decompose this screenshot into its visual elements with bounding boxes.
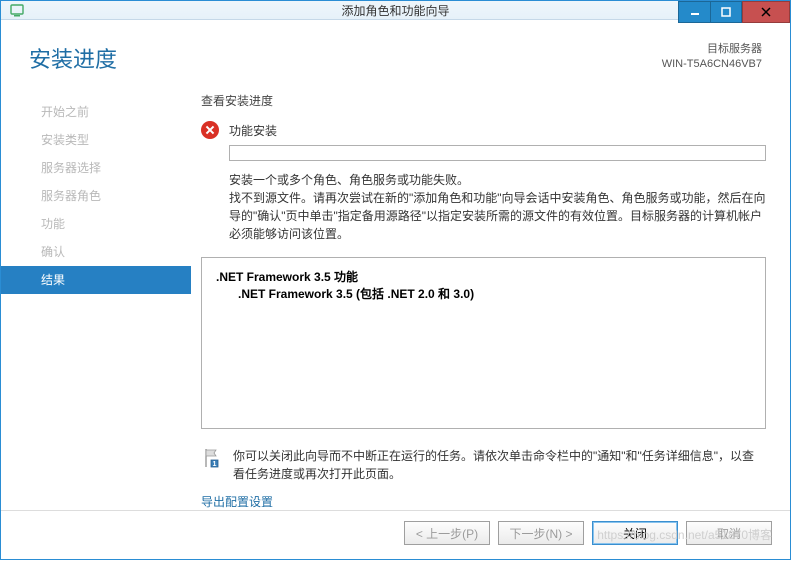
step-features: 功能: [1, 210, 191, 238]
error-summary: 安装一个或多个角色、角色服务或功能失败。: [229, 171, 766, 189]
target-server-name: WIN-T5A6CN46VB7: [662, 57, 762, 72]
step-confirmation: 确认: [1, 238, 191, 266]
feature-list-box[interactable]: .NET Framework 3.5 功能 .NET Framework 3.5…: [201, 257, 766, 429]
page-title: 安装进度: [29, 42, 662, 74]
content-area: 开始之前 安装类型 服务器选择 服务器角色 功能 确认 结果 查看安装进度 功能…: [1, 92, 790, 510]
window-controls: [678, 1, 790, 23]
feature-root: .NET Framework 3.5 功能: [216, 268, 751, 285]
previous-button: < 上一步(P): [404, 521, 490, 545]
step-server-roles: 服务器角色: [1, 182, 191, 210]
section-label: 查看安装进度: [201, 92, 766, 109]
flag-icon: 1: [201, 447, 223, 469]
target-server-info: 目标服务器 WIN-T5A6CN46VB7: [662, 42, 762, 74]
error-detail: 找不到源文件。请再次尝试在新的"添加角色和功能"向导会话中安装角色、角色服务或功…: [229, 189, 766, 243]
cancel-button: 取消: [686, 521, 772, 545]
progress-bar: [229, 145, 766, 161]
minimize-button[interactable]: [678, 1, 710, 23]
info-row: 1 你可以关闭此向导而不中断正在运行的任务。请依次单击命令栏中的"通知"和"任务…: [201, 447, 766, 483]
step-before-begin: 开始之前: [1, 98, 191, 126]
wizard-steps-sidebar: 开始之前 安装类型 服务器选择 服务器角色 功能 确认 结果: [1, 92, 191, 510]
close-window-button[interactable]: [742, 1, 790, 23]
window-title: 添加角色和功能向导: [341, 2, 449, 19]
main-panel: 查看安装进度 功能安装 安装一个或多个角色、角色服务或功能失败。 找不到源文件。…: [191, 92, 790, 510]
wizard-body: 安装进度 目标服务器 WIN-T5A6CN46VB7 开始之前 安装类型 服务器…: [1, 20, 790, 559]
error-icon: [201, 121, 219, 139]
footer-buttons: < 上一步(P) 下一步(N) > 关闭 取消: [1, 510, 790, 559]
export-config-link[interactable]: 导出配置设置: [201, 493, 766, 510]
info-text: 你可以关闭此向导而不中断正在运行的任务。请依次单击命令栏中的"通知"和"任务详细…: [233, 447, 766, 483]
app-icon: [9, 2, 25, 18]
step-results[interactable]: 结果: [1, 266, 191, 294]
page-header: 安装进度 目标服务器 WIN-T5A6CN46VB7: [1, 20, 790, 74]
svg-text:1: 1: [213, 461, 217, 468]
maximize-button[interactable]: [710, 1, 742, 23]
next-button: 下一步(N) >: [498, 521, 584, 545]
status-row: 功能安装: [201, 121, 766, 139]
step-server-selection: 服务器选择: [1, 154, 191, 182]
step-install-type: 安装类型: [1, 126, 191, 154]
target-server-label: 目标服务器: [662, 42, 762, 57]
error-message: 安装一个或多个角色、角色服务或功能失败。 找不到源文件。请再次尝试在新的"添加角…: [229, 171, 766, 243]
feature-child: .NET Framework 3.5 (包括 .NET 2.0 和 3.0): [238, 285, 751, 302]
wizard-window: 添加角色和功能向导 安装进度 目标服务器 WIN-T5A6CN46VB7 开始之…: [0, 0, 791, 560]
close-button[interactable]: 关闭: [592, 521, 678, 545]
status-text: 功能安装: [229, 122, 277, 139]
titlebar: 添加角色和功能向导: [1, 1, 790, 20]
